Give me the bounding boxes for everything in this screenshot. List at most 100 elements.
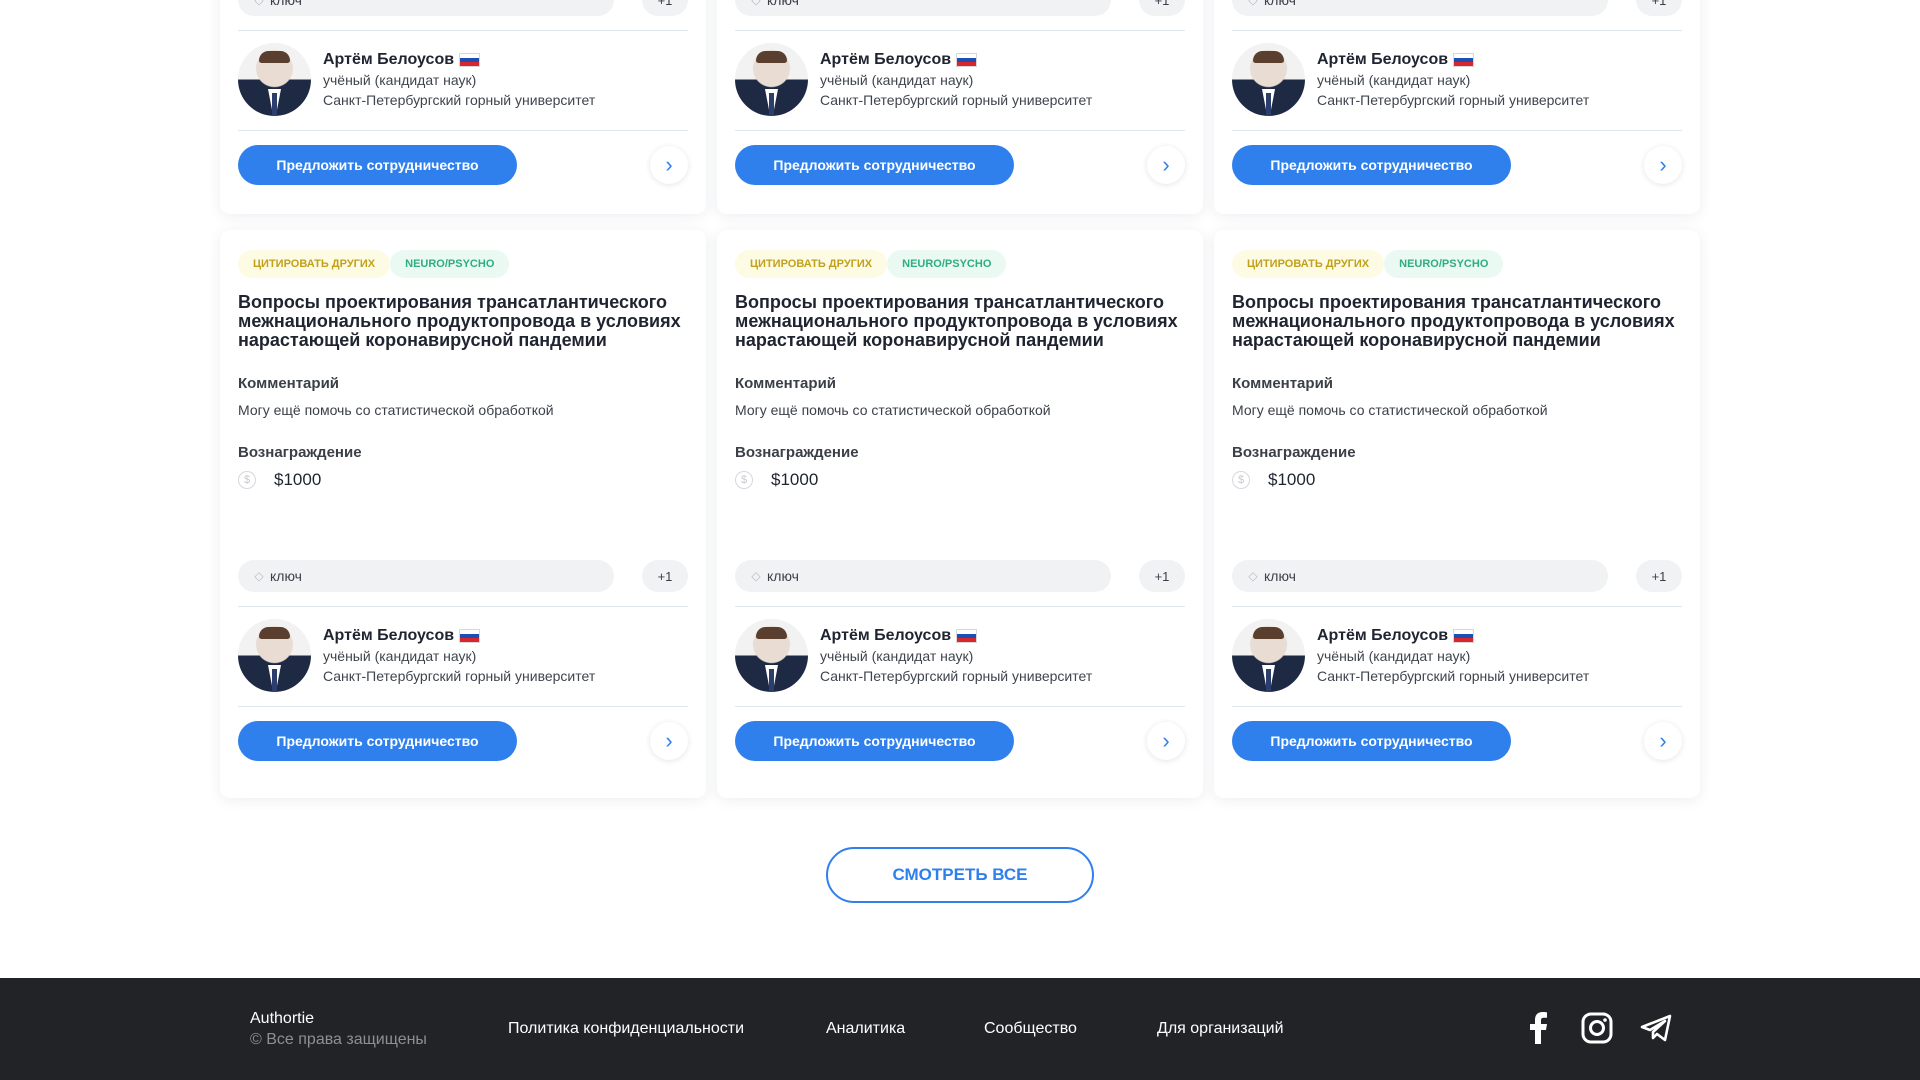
offer-collaboration-button[interactable]: Предложить сотрудничество [238,145,517,185]
author-role: учёный (кандидат наук) [1317,647,1471,664]
keyword-tag: ◇ ключ [735,0,1111,16]
card-title[interactable]: Вопросы проектирования трансатлантическо… [1214,278,1700,350]
telegram-icon[interactable] [1638,1010,1674,1046]
author-block: Артём Белоусов учёный (кандидат наук) Са… [1214,31,1700,116]
author-name: Артём Белоусов [1317,626,1449,644]
chevron-right-icon: › [1659,152,1667,177]
project-card: ◇ ключ +1 Артём Белоусов учёный (кандидат… [220,0,706,214]
open-card-button[interactable]: › [650,146,688,184]
comment-label: Комментарий [735,375,837,392]
author-organization: Санкт-Петербургский горный университет [820,91,1093,108]
author-organization: Санкт-Петербургский горный университет [820,667,1093,684]
comment-text: Могу ещё помочь со статистической обрабо… [1232,402,1548,418]
open-card-button[interactable]: › [1644,146,1682,184]
author-role: учёный (кандидат наук) [323,71,477,88]
tag-icon: ◇ [751,0,761,7]
chevron-right-icon: › [665,152,673,177]
author-block: Артём Белоусов учёный (кандидат наук) Са… [717,31,1203,116]
chevron-right-icon: › [665,728,673,753]
field-chip[interactable]: NEURO/PSYCHO [1384,250,1504,278]
avatar [735,43,808,116]
comment-label: Комментарий [238,375,340,392]
more-tags-badge[interactable]: +1 [1139,560,1185,592]
russia-flag-icon [1453,52,1475,67]
reward-label: Вознаграждение [735,444,859,461]
project-card: ЦИТИРОВАТЬ ДРУГИХ NEURO/PSYCHO Вопросы п… [1214,230,1700,798]
card-title[interactable]: Вопросы проектирования трансатлантическо… [220,278,706,350]
author-name: Артём Белоусов [820,50,952,68]
footer-link-privacy[interactable]: Политика конфиденциальности [508,1020,744,1038]
more-tags-badge[interactable]: +1 [1636,560,1682,592]
keyword-tag: ◇ ключ [735,560,1111,592]
card-title[interactable]: Вопросы проектирования трансатлантическо… [717,278,1203,350]
author-role: учёный (кандидат наук) [1317,71,1471,88]
reward-label: Вознаграждение [238,444,362,461]
reward-value: $1000 [274,470,322,489]
tag-icon: ◇ [1248,569,1258,583]
open-card-button[interactable]: › [1147,146,1185,184]
footer-link-community[interactable]: Сообщество [984,1020,1077,1038]
coin-icon: $ [735,471,753,489]
project-card: ЦИТИРОВАТЬ ДРУГИХ NEURO/PSYCHO Вопросы п… [717,230,1203,798]
instagram-icon[interactable] [1579,1010,1615,1046]
author-name: Артём Белоусов [323,50,455,68]
footer-link-analytics[interactable]: Аналитика [826,1020,905,1038]
author-block: Артём Белоусов учёный (кандидат наук) Са… [717,607,1203,692]
reward-value: $1000 [1268,470,1316,489]
offer-collaboration-button[interactable]: Предложить сотрудничество [735,721,1014,761]
comment-text: Могу ещё помочь со статистической обрабо… [238,402,554,418]
project-card: ◇ ключ +1 Артём Белоусов учёный (кандидат… [717,0,1203,214]
tag-icon: ◇ [1248,0,1258,7]
author-name: Артём Белоусов [1317,50,1449,68]
see-all-button[interactable]: СМОТРЕТЬ ВСЕ [826,847,1094,903]
more-tags-badge[interactable]: +1 [642,0,688,16]
avatar [735,619,808,692]
offer-collaboration-button[interactable]: Предложить сотрудничество [1232,145,1511,185]
author-role: учёный (кандидат наук) [820,71,974,88]
keyword-tag: ◇ ключ [1232,0,1608,16]
author-block: Артём Белоусов учёный (кандидат наук) Са… [220,31,706,116]
author-name: Артём Белоусов [323,626,455,644]
offer-collaboration-button[interactable]: Предложить сотрудничество [735,145,1014,185]
tag-icon: ◇ [254,0,264,7]
offer-collaboration-button[interactable]: Предложить сотрудничество [1232,721,1511,761]
russia-flag-icon [459,628,481,643]
avatar [238,43,311,116]
author-block: Артём Белоусов учёный (кандидат наук) Са… [220,607,706,692]
avatar [1232,619,1305,692]
field-chip[interactable]: NEURO/PSYCHO [390,250,510,278]
open-card-button[interactable]: › [1147,722,1185,760]
project-card: ◇ ключ +1 Артём Белоусов учёный (кандидат… [1214,0,1700,214]
category-chip[interactable]: ЦИТИРОВАТЬ ДРУГИХ [1232,250,1385,278]
russia-flag-icon [956,628,978,643]
open-card-button[interactable]: › [1644,722,1682,760]
project-card: ЦИТИРОВАТЬ ДРУГИХ NEURO/PSYCHO Вопросы п… [220,230,706,798]
avatar [238,619,311,692]
offer-collaboration-button[interactable]: Предложить сотрудничество [238,721,517,761]
facebook-icon[interactable] [1520,1010,1556,1046]
tag-icon: ◇ [254,569,264,583]
more-tags-badge[interactable]: +1 [642,560,688,592]
author-name: Артём Белоусов [820,626,952,644]
field-chip[interactable]: NEURO/PSYCHO [887,250,1007,278]
author-role: учёный (кандидат наук) [820,647,974,664]
keyword-tag: ◇ ключ [238,0,614,16]
author-block: Артём Белоусов учёный (кандидат наук) Са… [1214,607,1700,692]
russia-flag-icon [459,52,481,67]
chevron-right-icon: › [1162,728,1170,753]
chevron-right-icon: › [1659,728,1667,753]
author-organization: Санкт-Петербургский горный университет [323,91,596,108]
comment-label: Комментарий [1232,375,1334,392]
author-organization: Санкт-Петербургский горный университет [323,667,596,684]
category-chip[interactable]: ЦИТИРОВАТЬ ДРУГИХ [238,250,391,278]
footer-brand[interactable]: Authortie [250,1010,314,1028]
more-tags-badge[interactable]: +1 [1636,0,1682,16]
author-organization: Санкт-Петербургский горный университет [1317,91,1590,108]
author-organization: Санкт-Петербургский горный университет [1317,667,1590,684]
category-chip[interactable]: ЦИТИРОВАТЬ ДРУГИХ [735,250,888,278]
footer-link-organizations[interactable]: Для организаций [1157,1020,1284,1038]
reward-value: $1000 [771,470,819,489]
open-card-button[interactable]: › [650,722,688,760]
russia-flag-icon [956,52,978,67]
more-tags-badge[interactable]: +1 [1139,0,1185,16]
